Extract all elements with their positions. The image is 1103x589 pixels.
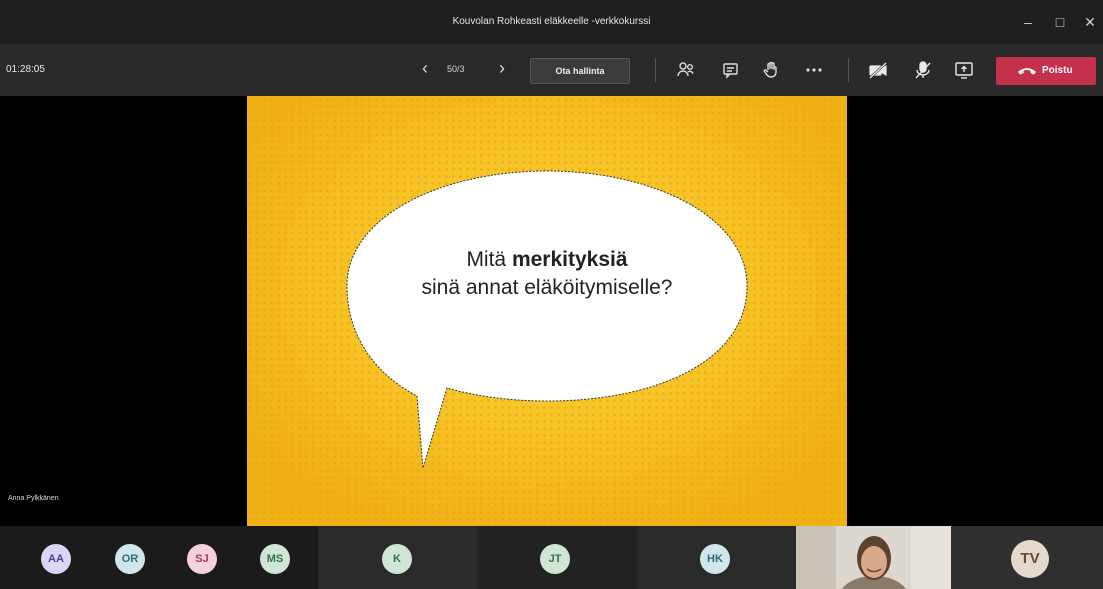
speech-bubble-illustration [247, 96, 847, 526]
participant-avatar-k[interactable]: K [382, 544, 412, 574]
participant-video-feed[interactable] [796, 526, 951, 589]
slide-text-line1: Mitä [466, 248, 512, 271]
toolbar-divider [655, 58, 656, 82]
slide-text-line2: sinä annat eläköitymiselle? [421, 276, 673, 299]
people-icon[interactable] [675, 59, 697, 81]
take-control-button[interactable]: Ota hallinta [530, 58, 630, 84]
maximize-icon[interactable]: □ [1048, 11, 1072, 33]
meeting-timer: 01:28:05 [6, 64, 45, 75]
participant-avatar-or[interactable]: OR [115, 544, 145, 574]
meeting-toolbar: 01:28:05 ‹ 50/3 › Ota hallinta Poistu [0, 44, 1103, 96]
close-icon[interactable]: ✕ [1078, 11, 1102, 33]
phone-icon [1018, 68, 1036, 75]
next-slide-button[interactable]: › [494, 58, 510, 79]
minimize-icon[interactable]: – [1016, 11, 1040, 33]
participant-avatar-jt[interactable]: JT [540, 544, 570, 574]
window-title: Kouvolan Rohkeasti eläkkeelle -verkkokur… [452, 16, 651, 27]
mic-off-icon[interactable] [912, 59, 934, 81]
toolbar-divider [848, 58, 849, 82]
presenter-name-label: Anna Pylkkänen [8, 495, 59, 502]
more-icon[interactable] [803, 59, 825, 81]
raise-hand-icon[interactable] [760, 59, 782, 81]
slide-question: Mitä merkityksiä sinä annat eläköitymise… [347, 246, 747, 302]
shared-presentation-slide: Mitä merkityksiä sinä annat eläköitymise… [247, 96, 847, 526]
leave-button[interactable]: Poistu [996, 57, 1096, 85]
slide-counter: 50/3 [447, 64, 465, 74]
share-screen-icon[interactable] [953, 59, 975, 81]
leave-button-label: Poistu [1042, 65, 1073, 76]
participant-avatar-ms[interactable]: MS [260, 544, 290, 574]
participant-avatar-sj[interactable]: SJ [187, 544, 217, 574]
camera-off-icon[interactable] [867, 59, 889, 81]
slide-text-bold: merkityksiä [511, 248, 628, 271]
participant-strip: AA OR SJ MS K JT HK TV [0, 526, 1103, 589]
chat-icon[interactable] [720, 59, 742, 81]
window-titlebar: Kouvolan Rohkeasti eläkkeelle -verkkokur… [0, 0, 1103, 44]
participant-avatar-aa[interactable]: AA [41, 544, 71, 574]
participant-avatar-hk[interactable]: HK [700, 544, 730, 574]
previous-slide-button[interactable]: ‹ [417, 58, 433, 79]
participant-avatar-tv[interactable]: TV [1011, 540, 1049, 578]
meeting-stage: Mitä merkityksiä sinä annat eläköitymise… [0, 96, 1103, 526]
